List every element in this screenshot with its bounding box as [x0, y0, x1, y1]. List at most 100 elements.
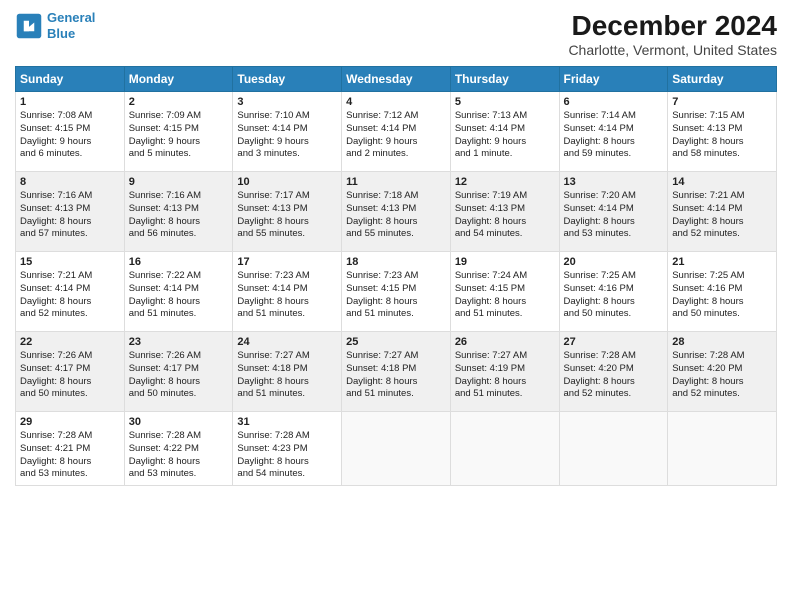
day-cell: 14Sunrise: 7:21 AMSunset: 4:14 PMDayligh…	[668, 172, 777, 252]
day-info-line: Sunrise: 7:28 AM	[20, 430, 120, 443]
day-info-line: Daylight: 9 hours	[237, 136, 337, 149]
day-info-line: Daylight: 9 hours	[20, 136, 120, 149]
day-info-line: Sunrise: 7:09 AM	[129, 110, 229, 123]
calendar-header: SundayMondayTuesdayWednesdayThursdayFrid…	[16, 67, 777, 92]
day-info-line: Sunset: 4:14 PM	[129, 283, 229, 296]
day-info-line: Sunrise: 7:21 AM	[20, 270, 120, 283]
header-cell-sunday: Sunday	[16, 67, 125, 92]
day-cell	[668, 412, 777, 486]
day-info-line: Sunset: 4:13 PM	[129, 203, 229, 216]
day-cell: 16Sunrise: 7:22 AMSunset: 4:14 PMDayligh…	[124, 252, 233, 332]
day-info-line: and 50 minutes.	[129, 388, 229, 401]
day-info-line: Sunrise: 7:16 AM	[20, 190, 120, 203]
day-cell: 22Sunrise: 7:26 AMSunset: 4:17 PMDayligh…	[16, 332, 125, 412]
day-info-line: and 54 minutes.	[237, 468, 337, 481]
day-info-line: Daylight: 9 hours	[455, 136, 555, 149]
day-cell: 19Sunrise: 7:24 AMSunset: 4:15 PMDayligh…	[450, 252, 559, 332]
week-row-5: 29Sunrise: 7:28 AMSunset: 4:21 PMDayligh…	[16, 412, 777, 486]
day-info-line: and 51 minutes.	[455, 388, 555, 401]
day-cell: 17Sunrise: 7:23 AMSunset: 4:14 PMDayligh…	[233, 252, 342, 332]
day-info-line: Sunset: 4:14 PM	[455, 123, 555, 136]
day-info-line: and 6 minutes.	[20, 148, 120, 161]
day-info-line: Daylight: 8 hours	[455, 216, 555, 229]
day-info-line: Sunrise: 7:19 AM	[455, 190, 555, 203]
day-info-line: Sunset: 4:15 PM	[455, 283, 555, 296]
day-number: 14	[672, 176, 772, 188]
day-number: 16	[129, 256, 229, 268]
day-info-line: Sunset: 4:20 PM	[564, 363, 664, 376]
day-info-line: Sunset: 4:13 PM	[672, 123, 772, 136]
day-number: 20	[564, 256, 664, 268]
day-info-line: Sunrise: 7:23 AM	[346, 270, 446, 283]
day-cell: 12Sunrise: 7:19 AMSunset: 4:13 PMDayligh…	[450, 172, 559, 252]
day-info-line: Daylight: 8 hours	[672, 376, 772, 389]
week-row-2: 8Sunrise: 7:16 AMSunset: 4:13 PMDaylight…	[16, 172, 777, 252]
day-info-line: Sunset: 4:19 PM	[455, 363, 555, 376]
day-cell: 4Sunrise: 7:12 AMSunset: 4:14 PMDaylight…	[342, 92, 451, 172]
day-number: 18	[346, 256, 446, 268]
day-number: 24	[237, 336, 337, 348]
day-cell	[342, 412, 451, 486]
day-info-line: Daylight: 8 hours	[129, 216, 229, 229]
day-number: 8	[20, 176, 120, 188]
day-number: 23	[129, 336, 229, 348]
day-info-line: Sunset: 4:23 PM	[237, 443, 337, 456]
day-info-line: Sunset: 4:15 PM	[20, 123, 120, 136]
day-info-line: Daylight: 8 hours	[455, 376, 555, 389]
day-number: 10	[237, 176, 337, 188]
day-cell: 25Sunrise: 7:27 AMSunset: 4:18 PMDayligh…	[342, 332, 451, 412]
day-info-line: and 2 minutes.	[346, 148, 446, 161]
day-number: 30	[129, 416, 229, 428]
day-info-line: Sunset: 4:14 PM	[237, 283, 337, 296]
calendar-table: SundayMondayTuesdayWednesdayThursdayFrid…	[15, 66, 777, 486]
day-cell: 10Sunrise: 7:17 AMSunset: 4:13 PMDayligh…	[233, 172, 342, 252]
day-info-line: Sunrise: 7:23 AM	[237, 270, 337, 283]
logo-text: General Blue	[47, 10, 95, 41]
day-info-line: and 3 minutes.	[237, 148, 337, 161]
day-number: 11	[346, 176, 446, 188]
day-info-line: Sunset: 4:17 PM	[129, 363, 229, 376]
day-number: 9	[129, 176, 229, 188]
week-row-3: 15Sunrise: 7:21 AMSunset: 4:14 PMDayligh…	[16, 252, 777, 332]
day-info-line: Sunrise: 7:14 AM	[564, 110, 664, 123]
subtitle: Charlotte, Vermont, United States	[568, 42, 777, 58]
day-info-line: Sunrise: 7:16 AM	[129, 190, 229, 203]
day-info-line: Sunset: 4:14 PM	[237, 123, 337, 136]
day-info-line: Daylight: 8 hours	[455, 296, 555, 309]
day-info-line: and 59 minutes.	[564, 148, 664, 161]
day-info-line: and 53 minutes.	[129, 468, 229, 481]
day-info-line: Sunset: 4:17 PM	[20, 363, 120, 376]
day-info-line: and 54 minutes.	[455, 228, 555, 241]
day-info-line: Sunset: 4:18 PM	[237, 363, 337, 376]
day-info-line: and 52 minutes.	[564, 388, 664, 401]
day-info-line: Sunset: 4:21 PM	[20, 443, 120, 456]
day-info-line: and 55 minutes.	[346, 228, 446, 241]
day-cell: 8Sunrise: 7:16 AMSunset: 4:13 PMDaylight…	[16, 172, 125, 252]
day-number: 4	[346, 96, 446, 108]
day-info-line: Sunrise: 7:10 AM	[237, 110, 337, 123]
day-cell: 6Sunrise: 7:14 AMSunset: 4:14 PMDaylight…	[559, 92, 668, 172]
day-info-line: Daylight: 9 hours	[129, 136, 229, 149]
day-info-line: and 51 minutes.	[237, 308, 337, 321]
day-number: 29	[20, 416, 120, 428]
day-info-line: Daylight: 8 hours	[20, 456, 120, 469]
day-info-line: Daylight: 8 hours	[346, 376, 446, 389]
day-number: 28	[672, 336, 772, 348]
day-cell: 23Sunrise: 7:26 AMSunset: 4:17 PMDayligh…	[124, 332, 233, 412]
day-info-line: and 53 minutes.	[20, 468, 120, 481]
day-info-line: and 57 minutes.	[20, 228, 120, 241]
day-info-line: and 50 minutes.	[20, 388, 120, 401]
day-info-line: Daylight: 8 hours	[237, 376, 337, 389]
day-info-line: and 5 minutes.	[129, 148, 229, 161]
header-cell-saturday: Saturday	[668, 67, 777, 92]
day-info-line: Sunrise: 7:25 AM	[672, 270, 772, 283]
day-number: 2	[129, 96, 229, 108]
day-info-line: Sunset: 4:14 PM	[672, 203, 772, 216]
day-cell: 9 Sunrise: 7:16 AMSunset: 4:13 PMDaylight…	[124, 172, 233, 252]
day-info-line: Daylight: 8 hours	[672, 296, 772, 309]
day-cell: 18Sunrise: 7:23 AMSunset: 4:15 PMDayligh…	[342, 252, 451, 332]
day-info-line: Daylight: 8 hours	[237, 216, 337, 229]
day-cell: 5Sunrise: 7:13 AMSunset: 4:14 PMDaylight…	[450, 92, 559, 172]
day-info-line: Sunrise: 7:28 AM	[129, 430, 229, 443]
day-info-line: Sunrise: 7:20 AM	[564, 190, 664, 203]
